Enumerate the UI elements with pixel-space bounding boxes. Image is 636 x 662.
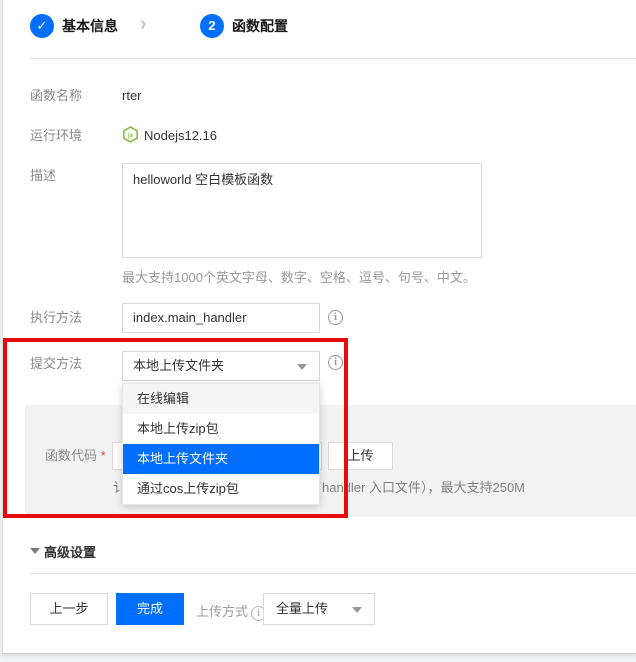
advanced-settings-toggle[interactable]: 高级设置 bbox=[44, 542, 96, 561]
handler-value: index.main_handler bbox=[123, 304, 319, 332]
function-name-label: 函数名称 bbox=[30, 88, 82, 104]
function-code-label: 函数代码 * bbox=[45, 448, 106, 464]
step2-number-badge: 2 bbox=[200, 14, 224, 38]
dropdown-option-cos-zip[interactable]: 通过cos上传zip包 bbox=[123, 474, 319, 504]
caret-down-icon bbox=[352, 607, 362, 613]
description-value: helloworld 空白模板函数 bbox=[133, 172, 471, 188]
footer-divider bbox=[30, 573, 636, 574]
dropdown-option-local-folder[interactable]: 本地上传文件夹 bbox=[123, 444, 319, 474]
description-hint: 最大支持1000个英文字母、数字、空格、逗号、句号、中文。 bbox=[122, 270, 476, 286]
handler-input[interactable]: index.main_handler bbox=[122, 303, 320, 333]
handler-info-icon[interactable]: i bbox=[328, 310, 343, 325]
code-note-fragment-right: handler 入口文件），最大支持250M bbox=[322, 480, 525, 496]
upload-button[interactable]: 上传 bbox=[328, 442, 393, 470]
submit-method-label: 提交方法 bbox=[30, 356, 82, 372]
svg-text:js: js bbox=[127, 132, 134, 139]
dropdown-option-online-edit[interactable]: 在线编辑 bbox=[123, 384, 319, 414]
step1-done-check-icon[interactable]: ✓ bbox=[30, 14, 54, 38]
caret-down-icon bbox=[297, 364, 307, 370]
runtime-value: Nodejs12.16 bbox=[144, 128, 217, 144]
handler-label: 执行方法 bbox=[30, 310, 82, 326]
step2-label: 函数配置 bbox=[232, 17, 288, 35]
function-name-value: rter bbox=[122, 88, 142, 104]
prev-step-button[interactable]: 上一步 bbox=[30, 593, 108, 625]
description-textarea[interactable]: helloworld 空白模板函数 bbox=[122, 163, 482, 258]
submit-method-select[interactable]: 本地上传文件夹 bbox=[122, 351, 320, 381]
upload-mode-label: 上传方式i bbox=[196, 601, 266, 621]
step1-label[interactable]: 基本信息 bbox=[62, 17, 118, 35]
chevron-right-icon: › bbox=[140, 14, 147, 34]
description-label: 描述 bbox=[30, 168, 56, 184]
function-config-page: ✓ 基本信息 › 2 函数配置 函数名称 rter 运行环境 js Nodejs… bbox=[0, 0, 636, 662]
finish-button[interactable]: 完成 bbox=[116, 593, 184, 625]
dropdown-option-local-zip[interactable]: 本地上传zip包 bbox=[123, 414, 319, 444]
submit-method-dropdown-menu: 在线编辑 本地上传zip包 本地上传文件夹 通过cos上传zip包 bbox=[122, 383, 320, 505]
submit-method-info-icon[interactable]: i bbox=[328, 355, 343, 370]
required-asterisk: * bbox=[101, 448, 106, 463]
upload-mode-select[interactable]: 全量上传 bbox=[263, 593, 375, 625]
header-divider bbox=[30, 58, 636, 59]
nodejs-hexagon-icon: js bbox=[122, 126, 139, 143]
runtime-label: 运行环境 bbox=[30, 128, 82, 144]
submit-method-value: 本地上传文件夹 bbox=[123, 352, 319, 380]
advanced-triangle-down-icon bbox=[30, 548, 40, 554]
